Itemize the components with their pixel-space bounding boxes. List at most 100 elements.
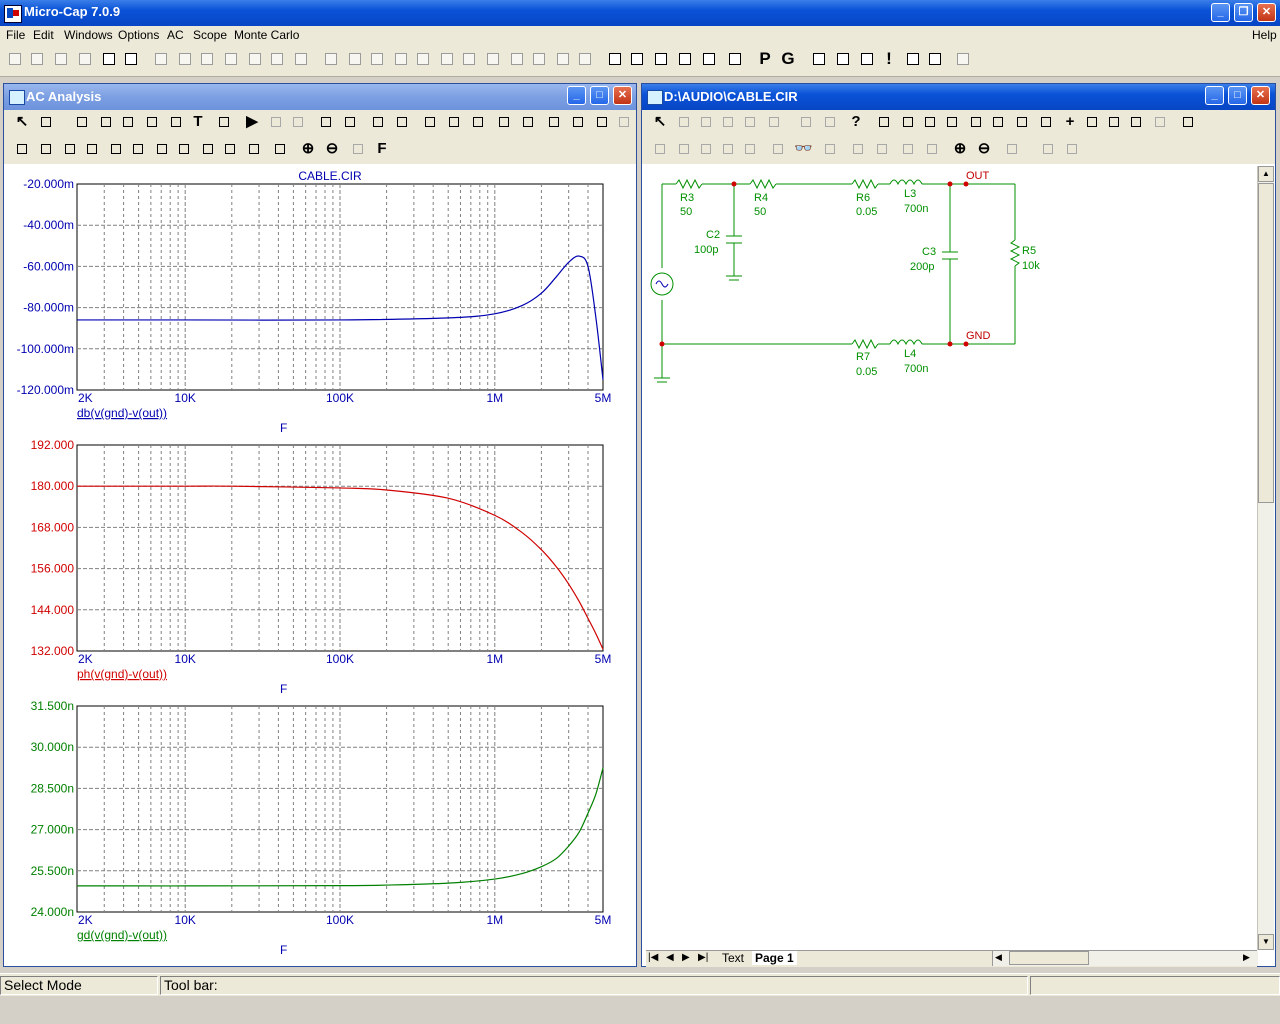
zoom-in-icon[interactable]: ⊕ <box>300 141 316 157</box>
r7-label[interactable]: R7 <box>856 351 870 363</box>
print-icon[interactable] <box>100 50 118 68</box>
power-icon[interactable] <box>968 114 984 130</box>
minimize-button[interactable]: _ <box>1211 3 1230 22</box>
close-button[interactable]: ✕ <box>1257 3 1276 22</box>
plot-properties-icon[interactable] <box>74 114 90 130</box>
rotate-icon[interactable] <box>698 141 714 157</box>
tab-page-1[interactable]: Page 1 <box>752 951 797 965</box>
l4-value[interactable]: 700n <box>904 363 928 375</box>
opamp-icon[interactable] <box>508 50 526 68</box>
menu-windows[interactable]: Windows <box>64 28 113 42</box>
resistor-icon[interactable] <box>346 50 364 68</box>
select-arrow-icon[interactable]: ↖ <box>14 114 30 130</box>
menu-scope[interactable]: Scope <box>193 28 227 42</box>
redo-schematic-icon[interactable] <box>924 141 940 157</box>
title-block-icon[interactable] <box>1128 114 1144 130</box>
ground-icon[interactable] <box>322 50 340 68</box>
r5-label[interactable]: R5 <box>1022 245 1036 257</box>
mirror-icon[interactable] <box>676 141 692 157</box>
plot-area[interactable]: -20.000m -40.000m -60.000m -80.000m -100.000… <box>5 164 636 964</box>
diode-icon[interactable] <box>414 50 432 68</box>
condition-icon[interactable] <box>990 114 1006 130</box>
delete-icon[interactable] <box>268 50 286 68</box>
inflection-icon[interactable] <box>154 141 170 157</box>
g-toggle-icon[interactable]: G <box>779 50 797 68</box>
graphics-icon[interactable] <box>766 114 782 130</box>
schematic-maximize-button[interactable]: □ <box>1228 86 1247 105</box>
grid-snap-icon[interactable]: + <box>1062 114 1078 130</box>
diagonal-wire-icon[interactable] <box>742 114 758 130</box>
low-icon[interactable] <box>130 141 146 157</box>
horizontal-scrollbar[interactable]: ◀ ▶ <box>992 951 1258 966</box>
battery-icon[interactable] <box>438 50 456 68</box>
paste-drag-icon[interactable] <box>652 141 668 157</box>
r3-value[interactable]: 50 <box>680 206 692 218</box>
menu-file[interactable]: File <box>6 28 25 42</box>
go-to-x-icon[interactable] <box>272 141 288 157</box>
scroll-left-icon[interactable]: ◀ <box>995 952 1002 963</box>
text-mode-icon[interactable] <box>698 114 714 130</box>
cut-icon[interactable] <box>198 50 216 68</box>
show-text-icon[interactable] <box>876 114 892 130</box>
source-icon[interactable] <box>576 50 594 68</box>
top-icon[interactable] <box>222 141 238 157</box>
save-all-icon[interactable] <box>76 50 94 68</box>
find-icon[interactable] <box>770 141 786 157</box>
color-icon[interactable] <box>350 141 366 157</box>
pnp-icon[interactable] <box>484 50 502 68</box>
c2-label[interactable]: C2 <box>706 229 720 241</box>
cascade-icon[interactable] <box>652 50 670 68</box>
scale-icon[interactable] <box>38 114 54 130</box>
bring-front-icon[interactable] <box>850 141 866 157</box>
high-icon[interactable] <box>108 141 124 157</box>
schematic-zoom-out-icon[interactable]: ⊖ <box>976 141 992 157</box>
analysis-maximize-button[interactable]: □ <box>590 86 609 105</box>
valley-icon[interactable] <box>594 114 610 130</box>
stop-icon[interactable] <box>268 114 284 130</box>
schematic-font-icon[interactable] <box>1064 141 1080 157</box>
r6-value[interactable]: 0.05 <box>856 206 877 218</box>
tag-icon[interactable] <box>144 114 160 130</box>
split-window-icon[interactable] <box>700 50 718 68</box>
properties-icon[interactable] <box>216 114 232 130</box>
p-toggle-icon[interactable]: P <box>756 50 774 68</box>
prev-page-icon[interactable]: ◀ <box>666 952 674 963</box>
first-page-icon[interactable]: |◀ <box>648 952 658 963</box>
l3-value[interactable]: 700n <box>904 203 928 215</box>
redo-icon[interactable] <box>176 50 194 68</box>
schematic-zoom-in-icon[interactable]: ⊕ <box>952 141 968 157</box>
select-mode-icon[interactable]: ↖ <box>652 114 668 130</box>
horizontal-grid-icon[interactable] <box>446 114 462 130</box>
info-mode-icon[interactable] <box>822 114 838 130</box>
paste-icon[interactable] <box>246 50 264 68</box>
vertical-scrollbar[interactable]: ▲ ▼ <box>1257 166 1274 950</box>
r6-label[interactable]: R6 <box>856 192 870 204</box>
maximize-window-icon[interactable] <box>676 50 694 68</box>
undo-schematic-icon[interactable] <box>900 141 916 157</box>
r3-label[interactable]: R3 <box>680 192 694 204</box>
font-icon[interactable]: F <box>374 141 390 157</box>
nmos-icon[interactable] <box>530 50 548 68</box>
c3-label[interactable]: C3 <box>922 246 936 258</box>
right-cursor-icon[interactable] <box>38 141 54 157</box>
model-icon[interactable] <box>1152 114 1168 130</box>
global-high-icon[interactable] <box>176 141 192 157</box>
shape-editor-icon[interactable] <box>904 50 922 68</box>
wire-bend-icon[interactable] <box>720 114 736 130</box>
run-icon[interactable]: ▶ <box>244 114 260 130</box>
next-valley-icon[interactable] <box>84 141 100 157</box>
baseline-icon[interactable] <box>496 114 512 130</box>
restore-button[interactable]: ❐ <box>1234 3 1253 22</box>
currents-icon[interactable] <box>944 114 960 130</box>
scroll-down-icon[interactable]: ▼ <box>1258 934 1274 950</box>
pin-names-icon[interactable] <box>1038 114 1054 130</box>
c3-value[interactable]: 200p <box>910 261 934 273</box>
horizontal-tag-icon[interactable] <box>168 114 184 130</box>
text-edit-icon[interactable] <box>822 141 838 157</box>
print-preview-icon[interactable] <box>122 50 140 68</box>
grid-text-icon[interactable] <box>520 114 536 130</box>
global-low-icon[interactable] <box>200 141 216 157</box>
vd-icon[interactable] <box>926 50 944 68</box>
scroll-right-icon[interactable]: ▶ <box>1243 952 1250 963</box>
data-points-icon[interactable] <box>98 114 114 130</box>
